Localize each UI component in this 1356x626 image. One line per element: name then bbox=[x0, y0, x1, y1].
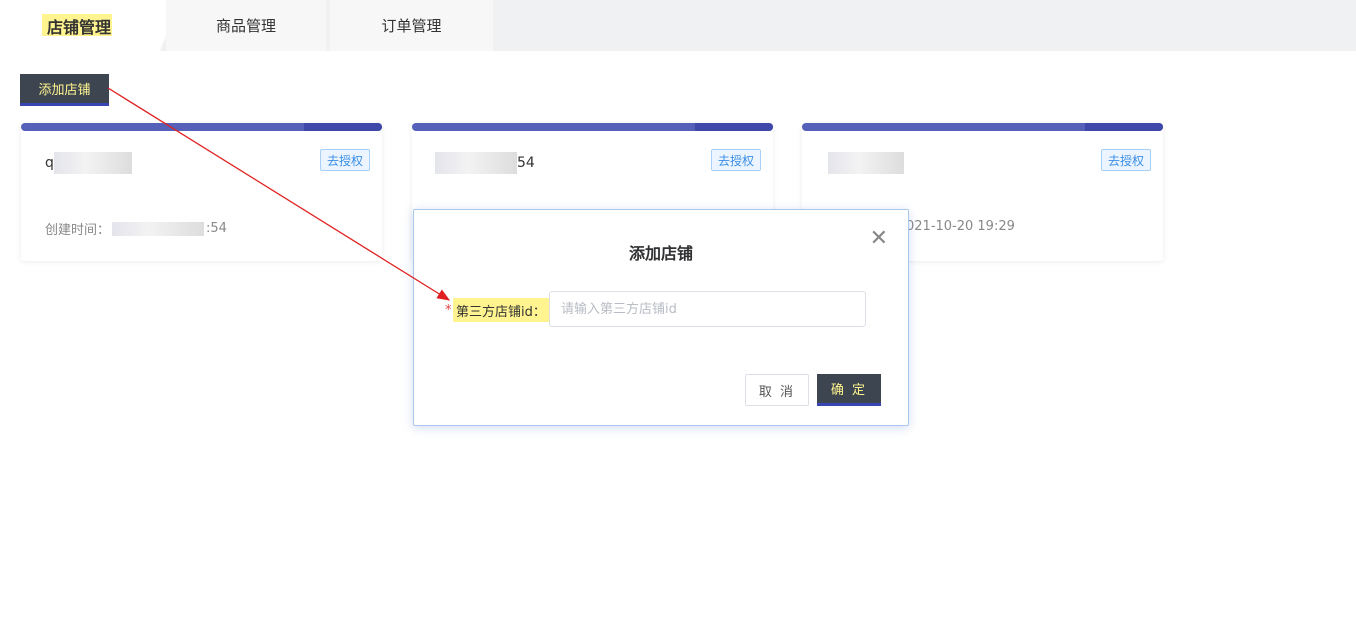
redacted-text bbox=[435, 152, 517, 174]
tab-shop-management[interactable]: 店铺管理 bbox=[0, 0, 180, 51]
add-shop-button[interactable]: 添加店铺 bbox=[20, 74, 109, 106]
confirm-button[interactable]: 确 定 bbox=[817, 374, 881, 406]
cancel-button[interactable]: 取 消 bbox=[745, 374, 809, 406]
shop-name: q bbox=[45, 152, 132, 174]
card-header-bar bbox=[21, 123, 382, 131]
card-header-bar bbox=[802, 123, 1163, 131]
redacted-text bbox=[828, 152, 904, 174]
authorize-button[interactable]: 去授权 bbox=[319, 149, 370, 171]
shop-name bbox=[828, 152, 904, 174]
tab-label: 商品管理 bbox=[215, 17, 276, 35]
redacted-text bbox=[112, 221, 205, 236]
card-header-bar bbox=[412, 123, 773, 131]
redacted-text bbox=[53, 152, 132, 174]
tab-label: 店铺管理 bbox=[46, 17, 111, 37]
shop-name: 54 bbox=[435, 152, 535, 174]
required-mark: * bbox=[445, 303, 452, 318]
created-time: 创建时间： :54 bbox=[45, 221, 227, 238]
tab-label: 订单管理 bbox=[381, 17, 442, 35]
shop-id-input[interactable] bbox=[549, 291, 866, 327]
shop-id-label: 第三方店铺id： bbox=[453, 298, 549, 322]
authorize-button[interactable]: 去授权 bbox=[1100, 149, 1151, 171]
tab-product-management[interactable]: 商品管理 bbox=[166, 0, 326, 51]
close-icon[interactable]: ✕ bbox=[870, 228, 888, 250]
shop-card: q 去授权 创建时间： :54 bbox=[21, 123, 382, 261]
dialog-title: 添加店铺 bbox=[628, 244, 693, 263]
tab-bar: 店铺管理 商品管理 订单管理 bbox=[0, 0, 1356, 51]
tab-order-management[interactable]: 订单管理 bbox=[330, 0, 493, 51]
add-shop-dialog: 添加店铺 ✕ * 第三方店铺id： 取 消 确 定 bbox=[413, 209, 909, 426]
authorize-button[interactable]: 去授权 bbox=[710, 149, 761, 171]
